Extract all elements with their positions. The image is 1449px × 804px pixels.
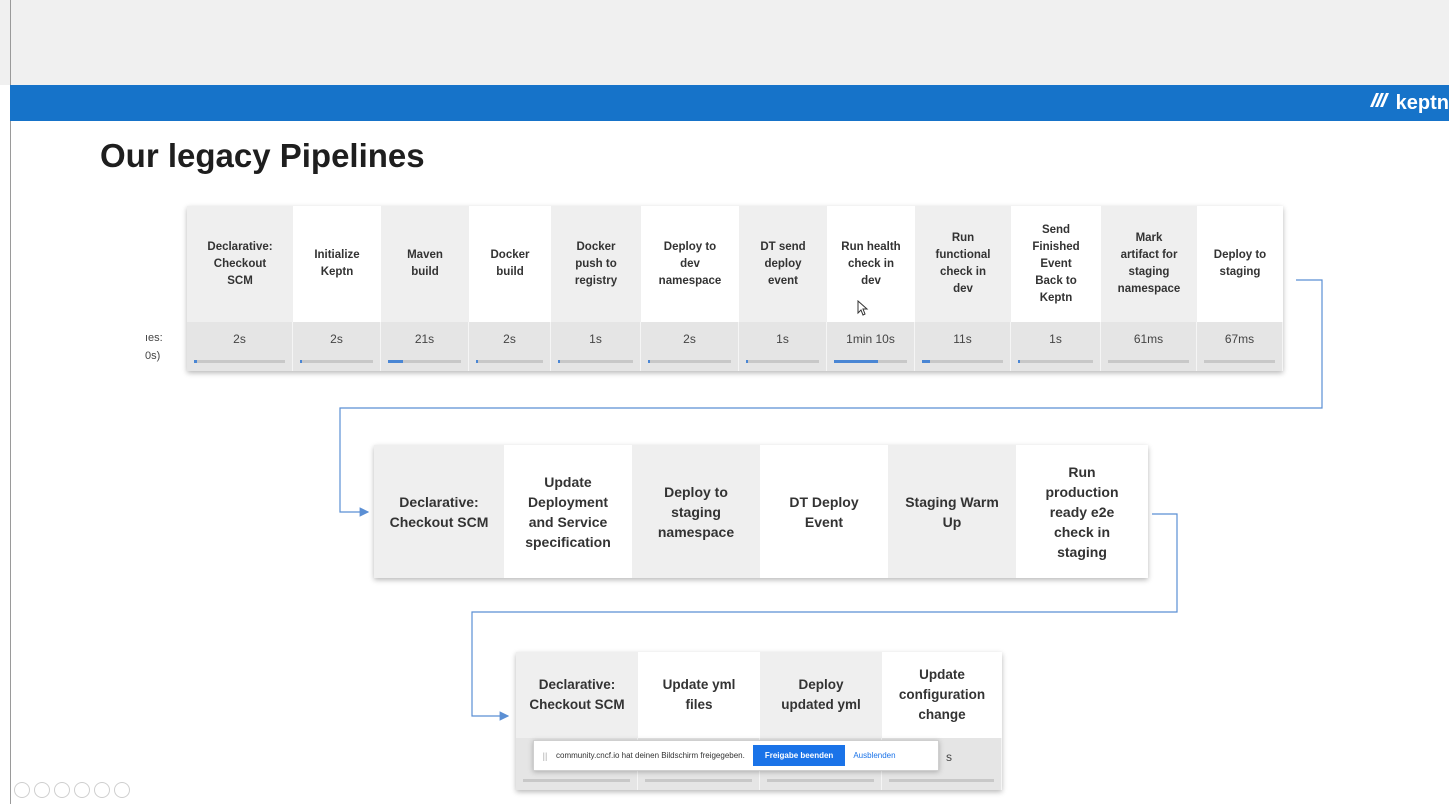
stop-sharing-button[interactable]: Freigabe beenden <box>752 745 846 766</box>
cursor-icon <box>857 300 869 316</box>
screen-share-banner: || community.cncf.io hat deinen Bildschi… <box>533 740 939 771</box>
connector-2-to-3 <box>471 513 1178 721</box>
prev-slide-icon[interactable] <box>14 782 30 798</box>
pipeline-connectors <box>339 279 1323 721</box>
slides-icon[interactable] <box>74 782 90 798</box>
more-icon[interactable] <box>114 782 130 798</box>
share-message: community.cncf.io hat deinen Bildschirm … <box>556 751 745 760</box>
zoom-icon[interactable] <box>94 782 110 798</box>
connector-1-to-2 <box>339 279 1323 517</box>
pen-icon[interactable] <box>54 782 70 798</box>
slide-toolbar <box>14 782 130 798</box>
hide-banner-button[interactable]: Ausblenden <box>853 751 895 760</box>
next-slide-icon[interactable] <box>34 782 50 798</box>
grip-icon[interactable]: || <box>540 751 550 761</box>
